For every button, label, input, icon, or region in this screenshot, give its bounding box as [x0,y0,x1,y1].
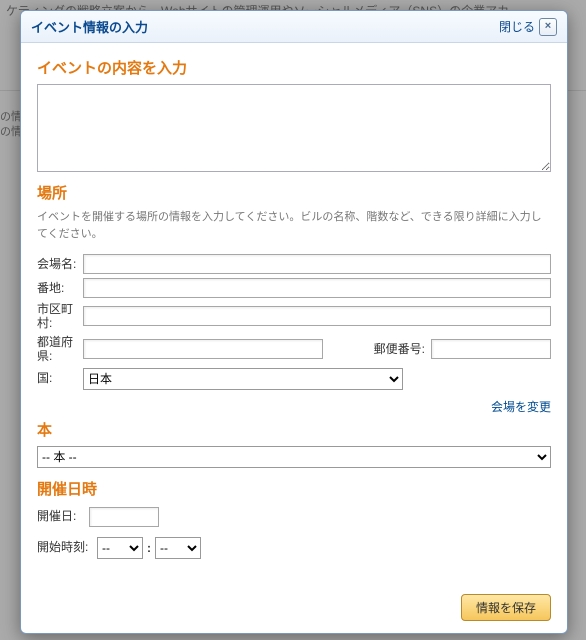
date-input[interactable] [89,507,159,527]
city-input[interactable] [83,306,551,326]
venue-label: 会場名: [37,257,83,271]
time-separator: : [147,541,151,555]
background-side-text: の情 の情 [0,110,22,141]
location-subtext: イベントを開催する場所の情報を入力してください。ビルの名称、階数など、できる限り… [37,209,551,242]
modal-body: イベントの内容を入力 場所 イベントを開催する場所の情報を入力してください。ビル… [21,43,567,633]
book-heading: 本 [37,419,551,440]
country-select[interactable]: 日本 [83,368,403,390]
time-label: 開始時刻: [37,540,97,554]
minute-select[interactable]: -- [155,537,201,559]
change-venue-link[interactable]: 会場を変更 [491,400,551,414]
modal-footer: 情報を保存 [37,584,551,621]
country-label: 国: [37,371,83,385]
venue-input[interactable] [83,254,551,274]
street-label: 番地: [37,281,83,295]
event-content-textarea[interactable] [37,84,551,172]
postal-label: 郵便番号: [374,342,425,356]
page-backdrop: ケティングの戦略立案から、Webサイトの管理運用やソーシャルメディア（SNS）の… [0,0,586,640]
city-label: 市区町村: [37,302,83,331]
modal-title: イベント情報の入力 [31,17,148,36]
street-input[interactable] [83,278,551,298]
close-icon[interactable]: × [539,18,557,36]
modal-header: イベント情報の入力 閉じる × [21,11,567,43]
event-info-modal: イベント情報の入力 閉じる × イベントの内容を入力 場所 イベントを開催する場… [20,10,568,634]
hour-select[interactable]: -- [97,537,143,559]
location-heading: 場所 [37,182,551,203]
content-heading: イベントの内容を入力 [37,57,551,78]
date-label: 開催日: [37,509,89,523]
prefecture-label: 都道府県: [37,335,83,364]
close-label: 閉じる [499,18,535,35]
close-button[interactable]: 閉じる × [499,18,557,36]
save-button[interactable]: 情報を保存 [461,594,551,621]
datetime-heading: 開催日時 [37,478,551,499]
prefecture-input[interactable] [83,339,323,359]
book-select[interactable]: -- 本 -- [37,446,551,468]
postal-input[interactable] [431,339,551,359]
